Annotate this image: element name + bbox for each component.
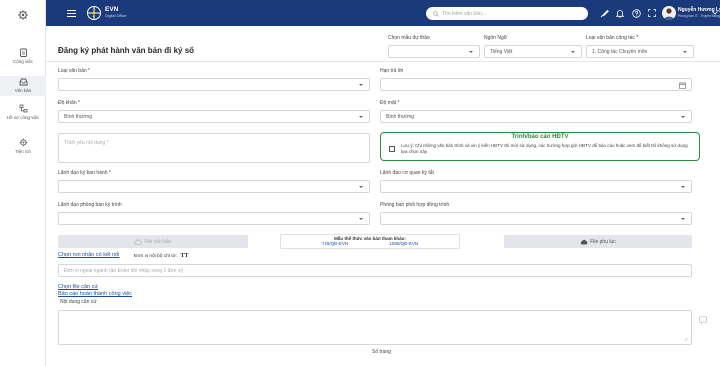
top-header: EVN Digital Office Tìm kiếm văn bản... N… [46, 0, 720, 26]
doc-type-label: Loại văn bản * [58, 68, 90, 74]
clipboard-icon [19, 48, 27, 57]
draft-template-select[interactable] [388, 45, 480, 58]
sidebar-item-label: Hồ sơ công việc [6, 115, 40, 120]
summary-placeholder: Trích yếu nội dung * [64, 140, 109, 146]
inbox-icon [19, 78, 27, 86]
secrecy-select[interactable]: Bình thường [380, 110, 692, 123]
menu-icon[interactable] [66, 0, 76, 26]
language-label: Ngôn Ngữ [484, 35, 508, 41]
evn-logo-icon [84, 0, 104, 26]
page-count-label: Số trang [372, 349, 391, 355]
avatar[interactable] [662, 6, 676, 20]
search-icon [433, 10, 439, 17]
chevron-down-icon [469, 51, 473, 53]
dept-leader-select[interactable] [58, 212, 370, 225]
agency-leader-label: Lãnh đạo cơ quan ký tắt [380, 170, 434, 176]
sidebar-item-van-ban[interactable]: Văn bản [0, 76, 46, 96]
sidebar-item-cong-viec[interactable]: Công việc [0, 48, 46, 68]
sitemap-icon [19, 104, 27, 113]
secrecy-label: Độ mật * [380, 100, 400, 106]
reply-deadline-label: Hạn trả lời [380, 68, 404, 74]
doc-type-select[interactable] [58, 78, 370, 91]
brand-name: EVN [105, 6, 119, 13]
sidebar-item-label: Văn bản [14, 88, 32, 93]
upload-icon [580, 239, 588, 244]
main-content: Đăng ký phát hành văn bản đi ký số Chọn … [46, 26, 720, 366]
sample-link-1080[interactable]: 1080/QĐ-EVN [389, 241, 418, 246]
secrecy-value: Bình thường [386, 113, 415, 120]
report-box-title: Trình/báo cáo HĐTV [511, 134, 569, 140]
dept-leader-label: Lãnh đạo phòng ban ký trình [58, 202, 122, 208]
language-select[interactable]: Tiếng Việt [484, 45, 582, 58]
calendar-icon [679, 81, 686, 89]
chevron-down-icon [681, 186, 685, 188]
agency-leader-select[interactable] [380, 180, 692, 193]
chevron-down-icon [359, 218, 363, 220]
issuing-leader-label: Lãnh đạo ký ban hành * [58, 170, 111, 176]
urgency-label: Độ khẩn * [58, 100, 80, 106]
chevron-down-icon [681, 116, 685, 118]
chevron-down-icon[interactable] [710, 0, 720, 26]
sample-link-729[interactable]: 729/QĐ-EVN [322, 241, 348, 246]
help-icon[interactable] [630, 0, 642, 26]
draft-template-label: Chọn mẫu dự thảo [388, 35, 430, 41]
basis-content-label: Nội dung căn cứ [60, 299, 97, 305]
file-document-label: File văn bản [144, 238, 172, 245]
divider [46, 61, 720, 62]
chevron-down-icon [359, 186, 363, 188]
signature-icon[interactable] [598, 0, 610, 26]
chevron-down-icon [359, 116, 363, 118]
left-sidebar: Công việc Văn bản Hồ sơ công việc Tiện í… [0, 0, 46, 366]
coordinating-dept-label: Phòng ban phối hợp đồng trình [380, 202, 450, 208]
chevron-down-icon [359, 84, 363, 86]
coordinating-dept-select[interactable] [380, 212, 692, 225]
internal-recipients[interactable]: Đơn vị nội bộ chỉ tờ: TT [134, 253, 188, 259]
brand: EVN Digital Office [105, 6, 126, 20]
urgency-select[interactable]: Bình thường [58, 110, 370, 123]
sidebar-item-ho-so[interactable]: Hồ sơ công việc [0, 104, 46, 128]
recipients-link[interactable]: Chọn nơi nhận có kết nối [58, 252, 119, 258]
basis-file-link[interactable]: Chọn file căn cứ [58, 284, 98, 290]
chevron-down-icon [683, 51, 687, 53]
brand-subtitle: Digital Office [105, 14, 127, 18]
issuing-leader-select[interactable] [58, 180, 370, 193]
bell-icon[interactable] [614, 0, 626, 26]
search-placeholder: Tìm kiếm văn bản... [442, 10, 486, 17]
work-doc-type-value: 1. Công tác Chuyên môn [592, 48, 648, 55]
sidebar-item-label: Tiện ích [15, 149, 31, 154]
basis-content-textarea[interactable] [58, 310, 692, 345]
external-placeholder: Đơn vị ngoài ngành (ấn Enter khi nhập xo… [64, 267, 184, 274]
sample-template-box: Mẫu thể thức văn bản tham khảo: 729/QĐ-E… [280, 234, 460, 249]
external-recipients-input[interactable]: Đơn vị ngoài ngành (ấn Enter khi nhập xo… [58, 264, 692, 277]
report-checkbox[interactable] [389, 146, 395, 152]
work-doc-type-label: Loại văn bản công tác * [586, 35, 639, 41]
chevron-down-icon [571, 51, 575, 53]
internal-recipients-value: TT [180, 253, 189, 259]
sidebar-item-settings[interactable] [0, 4, 46, 26]
report-box: Trình/báo cáo HĐTV Lưu ý: Chỉ những văn … [380, 132, 700, 161]
appendix-file-label: File phụ lục [590, 238, 616, 245]
reply-deadline-input[interactable] [380, 78, 692, 91]
chat-icon[interactable] [699, 312, 707, 325]
search-input[interactable]: Tìm kiếm văn bản... [426, 7, 588, 20]
file-document-button[interactable]: File văn bản [58, 235, 248, 248]
language-value: Tiếng Việt [490, 48, 513, 55]
upload-icon [134, 239, 142, 245]
page-title: Đăng ký phát hành văn bản đi ký số [58, 46, 195, 55]
resize-handle-icon [684, 337, 688, 341]
urgency-value: Bình thường [64, 113, 93, 120]
sample-title: Mẫu thể thức văn bản tham khảo: [334, 236, 406, 241]
work-doc-type-select[interactable]: 1. Công tác Chuyên môn [586, 45, 694, 58]
completion-report-link[interactable]: Báo cáo hoàn thành công việc [58, 291, 132, 297]
fullscreen-icon[interactable] [646, 0, 658, 26]
gear-icon [19, 138, 27, 147]
chevron-down-icon [681, 218, 685, 220]
internal-recipients-label: Đơn vị nội bộ chỉ tờ: [134, 254, 178, 259]
settings-icon [18, 10, 28, 20]
appendix-file-button[interactable]: File phụ lục [504, 235, 692, 248]
summary-textarea[interactable]: Trích yếu nội dung * [58, 133, 370, 163]
sidebar-item-label: Công việc [12, 59, 33, 64]
report-note: Lưu ý: Chỉ những văn bản trình và xin ý … [401, 143, 688, 154]
sidebar-item-tien-ich[interactable]: Tiện ích [0, 138, 46, 158]
